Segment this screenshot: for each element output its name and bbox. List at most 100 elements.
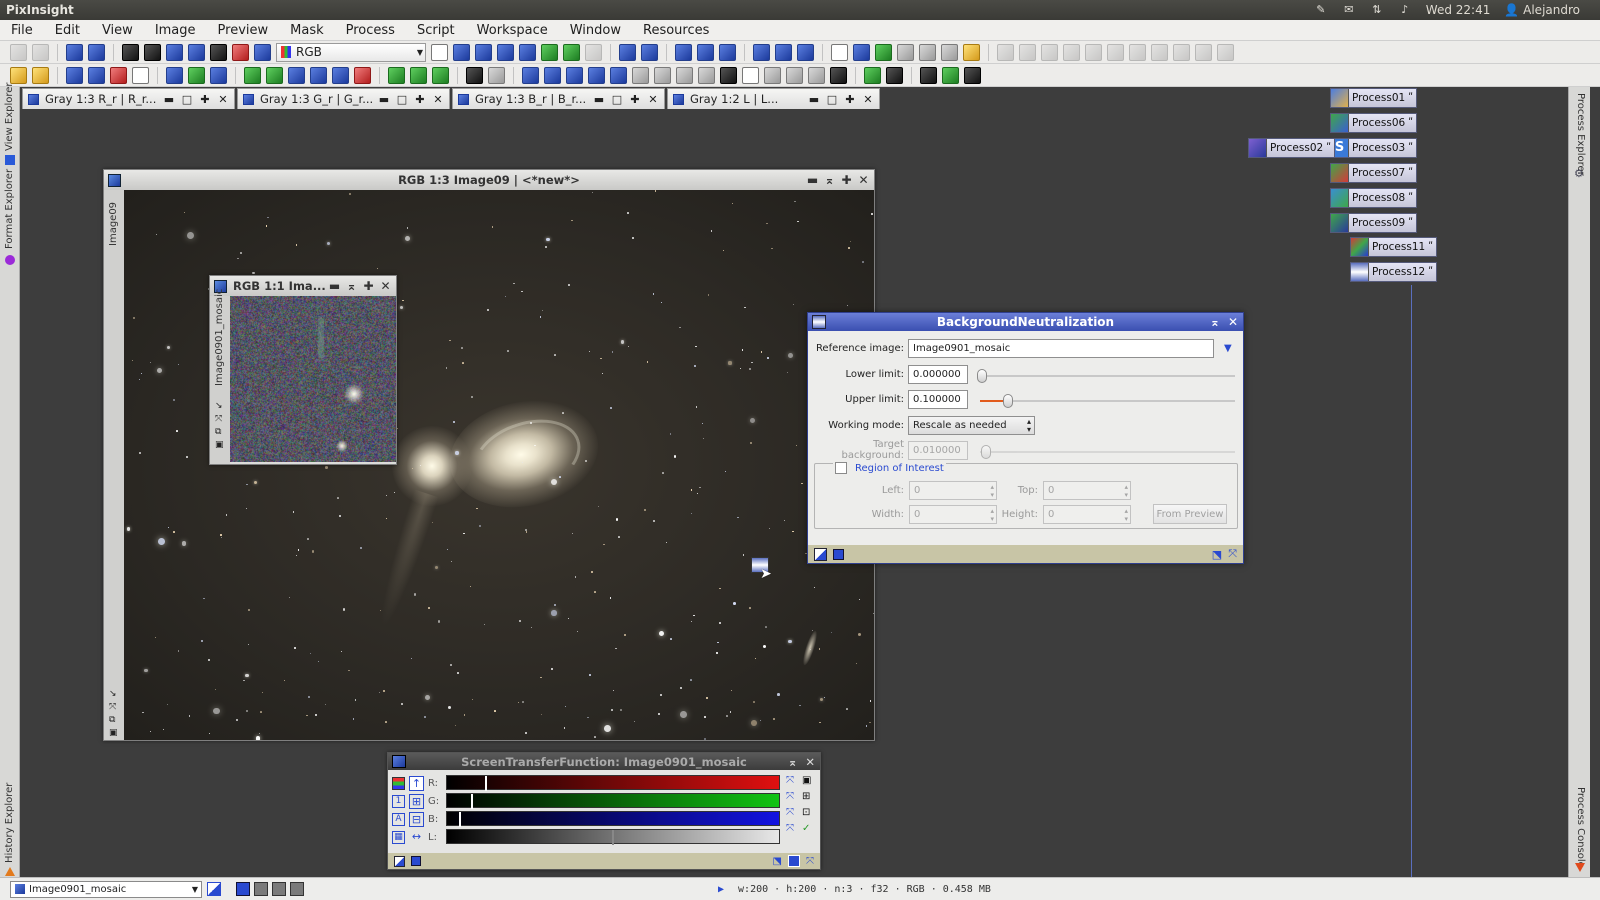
stf-bar-l[interactable] — [446, 829, 780, 845]
layer5-icon[interactable] — [964, 66, 981, 84]
clock[interactable]: Wed 22:41 — [1426, 3, 1491, 17]
maximize-icon[interactable]: ✚ — [840, 173, 853, 187]
minimize-icon[interactable]: ▬ — [378, 93, 390, 106]
explorer-icon[interactable] — [997, 43, 1014, 61]
workspace-tab[interactable]: Gray 1:3 G_r | G_r... ▬ □ ✚ ✕ — [237, 88, 450, 109]
view-explorer-tab[interactable]: View Explorer — [4, 82, 15, 151]
roi-top-field[interactable]: 0 ▴ ▾ — [1043, 480, 1131, 500]
dialog-titlebar[interactable]: BackgroundNeutralization ⌅ ✕ — [808, 313, 1243, 331]
view-selector[interactable]: Image0901_mosaic ▼ — [10, 880, 202, 898]
menu-process[interactable]: Process — [335, 23, 406, 38]
process-icon-process01[interactable]: Process01 ʺ — [1330, 88, 1418, 108]
stf-a-icon[interactable]: A — [392, 812, 405, 826]
align-icon[interactable] — [310, 66, 327, 84]
image-canvas[interactable] — [124, 190, 874, 740]
preview-image-window[interactable]: RGB 1:1 Ima... ▬ ⌅ ✚ ✕ Image0901_mosaic … — [209, 275, 397, 465]
process-icon-process06[interactable]: Process06 ʺ — [1330, 113, 1418, 133]
mirror-v-icon[interactable] — [610, 66, 627, 84]
layer-icon[interactable] — [864, 66, 881, 84]
target-background-slider[interactable] — [980, 445, 1235, 459]
slider-knob[interactable] — [981, 445, 991, 459]
track-view-icon[interactable] — [788, 855, 800, 867]
edit-g-icon[interactable]: ⊞ — [802, 791, 810, 802]
mirror-icon[interactable] — [1129, 43, 1146, 61]
maximize-icon[interactable]: ✚ — [362, 279, 375, 293]
spin-arrows-icon[interactable]: ▴ ▾ — [990, 507, 994, 523]
zoom-2-1-icon[interactable] — [719, 43, 736, 61]
histogram-icon[interactable] — [388, 66, 405, 84]
target-background-field[interactable]: 0.010000 — [908, 440, 968, 460]
mode-icon-4[interactable] — [290, 882, 304, 896]
maximize-icon[interactable]: □ — [611, 93, 623, 106]
menu-script[interactable]: Script — [406, 23, 466, 38]
apply-icon[interactable] — [833, 548, 844, 560]
menu-preview[interactable]: Preview — [207, 23, 280, 38]
view-id-tab[interactable]: Image0901_mosaic — [214, 289, 225, 386]
rotate-180-icon[interactable] — [566, 66, 583, 84]
rotate-90-icon[interactable] — [522, 66, 539, 84]
reference-image-field[interactable]: Image0901_mosaic — [908, 338, 1214, 358]
readout-icon[interactable] — [519, 43, 536, 61]
stf-bar-g[interactable] — [446, 793, 780, 809]
layer4-icon[interactable] — [942, 66, 959, 84]
curves-icon[interactable] — [410, 66, 427, 84]
range-icon[interactable]: ↔ — [409, 830, 424, 845]
mode-icon-3[interactable] — [272, 882, 286, 896]
zoom-1-2-icon[interactable] — [697, 43, 714, 61]
process-icon-process11[interactable]: Process11 ʺ — [1350, 237, 1438, 257]
stf-auto-icon[interactable] — [166, 66, 183, 84]
workspace-tab[interactable]: Gray 1:3 R_r | R_r... ▬ □ ✚ ✕ — [22, 88, 235, 109]
restore-icon[interactable]: ✚ — [414, 93, 426, 106]
notes-icon[interactable]: ✎ — [1314, 4, 1328, 16]
window-new-icon[interactable] — [831, 43, 848, 61]
format-explorer-tab[interactable]: Format Explorer — [4, 169, 15, 249]
history-explorer-tab[interactable]: History Explorer — [4, 783, 15, 863]
clone-view-icon[interactable]: ⧉ — [109, 715, 115, 725]
roi-height-field[interactable]: 0 ▴ ▾ — [1043, 504, 1131, 524]
rotate-icon[interactable] — [1107, 43, 1124, 61]
minimize-icon[interactable]: ▬ — [808, 93, 820, 106]
stf-one-icon[interactable]: 1 — [392, 794, 405, 808]
fit-icon[interactable]: ⤧ — [109, 702, 116, 712]
edit-preview-icon[interactable] — [563, 43, 580, 61]
flip-icon[interactable] — [1217, 43, 1234, 61]
restore-icon[interactable]: ✚ — [199, 93, 211, 106]
menu-resources[interactable]: Resources — [632, 23, 720, 38]
upper-limit-slider[interactable] — [980, 394, 1235, 408]
maximize-icon[interactable]: □ — [396, 93, 408, 106]
channel-view-icon[interactable] — [144, 43, 161, 61]
preview-window-titlebar[interactable]: RGB 1:1 Ima... ▬ ⌅ ✚ ✕ — [210, 276, 396, 296]
mode-icon-2[interactable] — [254, 882, 268, 896]
process-icon-process03[interactable]: S Process03 ʺ — [1330, 138, 1418, 158]
maximize-icon[interactable]: □ — [181, 93, 193, 106]
zoom-1-1-icon[interactable] — [675, 43, 692, 61]
reset-r-icon[interactable]: ⤧ — [786, 775, 794, 786]
redo-icon[interactable] — [32, 43, 49, 61]
close-icon[interactable]: ✕ — [217, 93, 229, 106]
preview-canvas[interactable] — [230, 296, 396, 462]
new-preview-icon[interactable] — [541, 43, 558, 61]
pattern2-icon[interactable] — [698, 66, 715, 84]
rgb-link-icon[interactable] — [392, 776, 405, 790]
pan-mode-icon[interactable] — [431, 43, 448, 61]
check-icon[interactable]: ✓ — [802, 823, 810, 834]
channel-g-icon[interactable] — [188, 43, 205, 61]
minimize-icon[interactable]: ▬ — [593, 93, 605, 106]
midtones-marker[interactable] — [485, 776, 487, 791]
midtones-marker[interactable] — [471, 794, 473, 809]
pattern1-icon[interactable] — [676, 66, 693, 84]
stf-link-icon[interactable] — [188, 66, 205, 84]
clone-icon[interactable] — [1063, 43, 1080, 61]
midtones-marker[interactable] — [459, 812, 461, 827]
window-fit-icon[interactable] — [797, 43, 814, 61]
hand-icon[interactable] — [1041, 43, 1058, 61]
undo-icon[interactable] — [10, 43, 27, 61]
apply-icon[interactable] — [411, 856, 421, 866]
minimize-icon[interactable]: ▬ — [328, 279, 341, 293]
shade-icon[interactable]: ⌅ — [823, 173, 836, 187]
stf-titlebar[interactable]: ScreenTransferFunction: Image0901_mosaic… — [388, 753, 820, 770]
window-max-icon[interactable] — [853, 43, 870, 61]
pin-icon[interactable]: ▣ — [215, 440, 224, 450]
description-icon[interactable]: ⬔ — [1212, 548, 1222, 561]
clone-view-icon[interactable]: ⧉ — [215, 427, 221, 437]
